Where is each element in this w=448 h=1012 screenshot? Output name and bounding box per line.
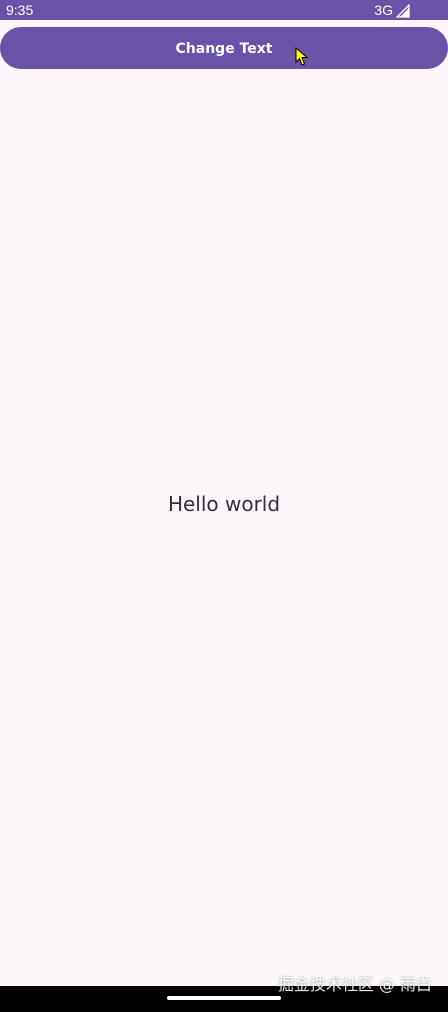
pointer-cursor-icon (295, 46, 309, 67)
hello-text: Hello world (167, 492, 281, 516)
watermark: 掘金技术社区 @ 雨白 (277, 975, 432, 994)
status-bar: 9:35 3G (0, 0, 448, 20)
app-screen: 9:35 3G Change Text Hello world 掘金技术社区 @… (0, 0, 448, 1012)
network-type: 3G (374, 2, 393, 18)
change-text-button[interactable]: Change Text (0, 27, 448, 69)
home-indicator[interactable] (167, 996, 281, 1000)
status-time: 9:35 (6, 2, 34, 18)
signal-strength-icon (395, 3, 410, 18)
